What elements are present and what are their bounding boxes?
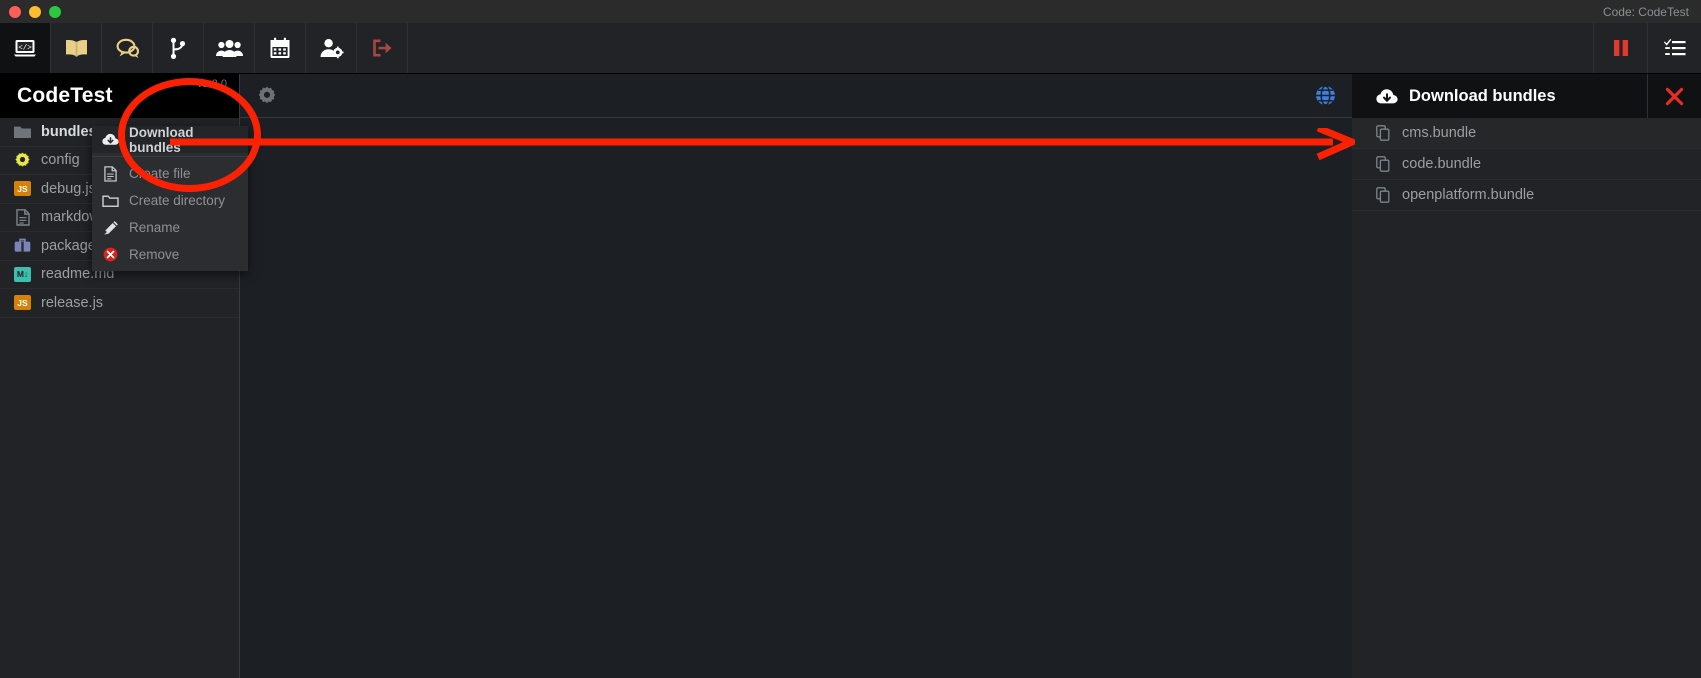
context-menu-separator [92,156,248,157]
file-label: debug.js [41,180,96,197]
checklist-icon [1663,38,1686,58]
bundle-label: openplatform.bundle [1402,187,1535,203]
close-icon [1665,87,1684,106]
package-icon [14,237,31,254]
pause-button[interactable] [1593,23,1647,73]
window-title-label: Code: CodeTest [1602,4,1689,19]
bundle-list: cms.bundle code.bundle openplatform.bund… [1352,118,1701,211]
code-editor-icon: </> [13,36,37,60]
context-menu-label: Rename [129,220,181,235]
nav-item-branches[interactable] [153,23,204,73]
download-bundles-panel: Download bundles cms.bundle code.bundle … [1352,74,1701,678]
context-menu-item-create-file[interactable]: Create file [92,160,248,187]
close-panel-button[interactable] [1647,74,1701,118]
js-badge-icon: JS [14,294,31,311]
context-menu-item-rename[interactable]: Rename [92,214,248,241]
bundle-row-code[interactable]: code.bundle [1352,149,1701,180]
gear-icon [257,86,277,106]
file-row-release-js[interactable]: JS release.js [0,289,239,318]
context-menu-label: Create file [129,166,191,181]
nav-item-code[interactable]: </> [0,23,51,73]
maximize-window-button[interactable] [49,5,61,18]
js-badge-icon: JS [14,180,31,197]
svg-text:</>: </> [18,44,32,52]
md-badge-label: M↓ [14,266,31,282]
bundle-row-cms[interactable]: cms.bundle [1352,118,1701,149]
pencil-icon [102,219,119,236]
context-menu-item-create-directory[interactable]: Create directory [92,187,248,214]
app-title: CodeTest [17,84,113,107]
minimize-window-button[interactable] [29,5,41,18]
copy-icon [1376,187,1392,203]
file-label: bundles [41,123,97,140]
context-menu-label: Remove [129,247,180,262]
context-menu-label: Download bundles [129,124,194,155]
app-version: v1.3.0 [197,78,227,90]
js-badge-label: JS [14,295,31,311]
traffic-light-group [9,5,61,18]
sidebar-header: CodeTest v1.3.0 [0,74,239,118]
close-window-button[interactable] [9,5,21,18]
chat-icon [115,37,140,59]
app-window: Code: CodeTest </> CodeTest v1.3.0 bundl… [0,0,1701,678]
nav-item-chat[interactable] [102,23,153,73]
context-menu-item-download-bundles[interactable]: Download bundles [92,124,248,155]
document-icon [14,208,31,226]
globe-icon [1315,85,1336,106]
md-badge-icon: M↓ [14,266,31,283]
nav-item-logout[interactable] [357,23,408,73]
nav-item-calendar[interactable] [255,23,306,73]
window-titlebar: Code: CodeTest [0,0,1701,23]
nav-item-docs[interactable] [51,23,102,73]
file-context-menu: Download bundles Create file Create dire… [92,124,248,271]
git-branch-icon [168,37,188,60]
main-navigation-toolbar: </> [0,23,1701,74]
language-button[interactable] [1298,74,1352,117]
editor-toolbar [240,74,1352,118]
bundle-row-openplatform[interactable]: openplatform.bundle [1352,180,1701,211]
context-menu-label: Create directory [129,193,226,208]
cloud-download-icon [102,131,119,148]
folder-icon [14,123,31,140]
logout-icon [371,38,393,58]
document-icon [102,165,119,182]
calendar-icon [269,37,291,59]
panel-title: Download bundles [1409,86,1556,105]
nav-item-account[interactable] [306,23,357,73]
js-badge-label: JS [14,181,31,197]
settings-button[interactable] [240,74,294,117]
bundle-label: cms.bundle [1402,125,1477,141]
copy-icon [1376,156,1392,172]
gear-icon [14,152,31,169]
tasks-button[interactable] [1647,23,1701,73]
toolbar-right-group [1593,23,1701,73]
code-editor-area[interactable] [240,118,1352,678]
nav-item-users[interactable] [204,23,255,73]
pause-icon [1612,38,1630,58]
context-menu-item-remove[interactable]: Remove [92,241,248,268]
book-icon [64,38,89,59]
file-label: release.js [41,294,104,311]
cloud-download-icon [1376,88,1398,105]
users-icon [215,39,243,58]
folder-outline-icon [102,192,119,209]
user-settings-icon [319,37,344,59]
bundle-label: code.bundle [1402,156,1482,172]
copy-icon [1376,125,1392,141]
remove-circle-icon [102,246,119,263]
file-label: config [41,152,80,169]
panel-header: Download bundles [1352,74,1701,118]
